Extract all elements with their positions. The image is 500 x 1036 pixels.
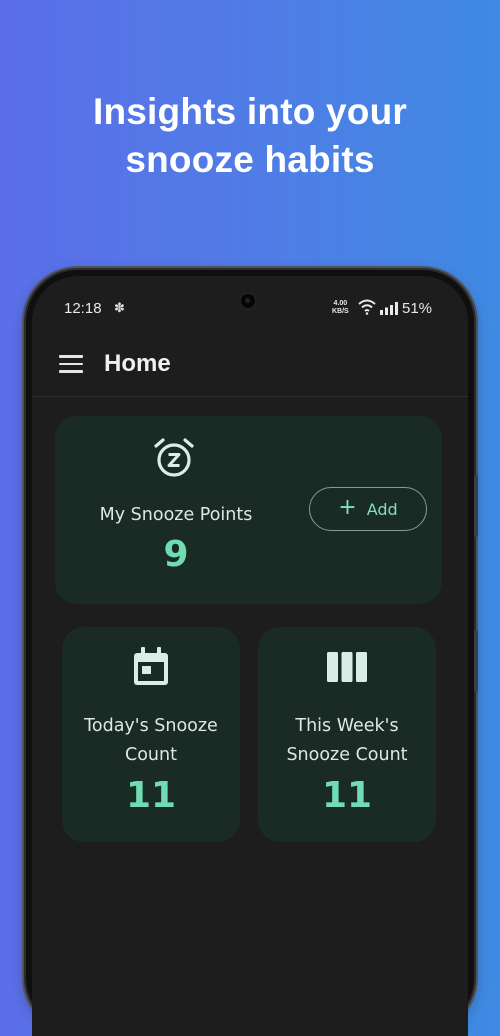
today-label-line-1: Today's Snooze (84, 716, 218, 736)
app-bar-divider (32, 396, 468, 397)
add-points-button[interactable]: + Add (309, 487, 427, 531)
hamburger-menu-icon[interactable] (59, 355, 83, 375)
today-snooze-label: Today's Snooze Count (62, 712, 240, 770)
battery-level: 51% (402, 300, 433, 317)
week-snooze-count-card: This Week's Snooze Count 11 (258, 627, 436, 842)
snooze-points-value: 9 (163, 534, 189, 575)
phone-frame: 12:18 ✽ 4.00 KB/S 51% Home My Snooze Poi… (26, 270, 478, 1036)
headline-line-2: snooze habits (125, 139, 375, 180)
week-snooze-label: This Week's Snooze Count (258, 712, 436, 770)
network-speed: 4.00 KB/S (332, 300, 349, 316)
page-title: Home (104, 350, 171, 377)
today-snooze-count-card: Today's Snooze Count 11 (62, 627, 240, 842)
cellular-signal-icon (380, 302, 398, 315)
alarm-snooze-icon (154, 438, 194, 477)
phone-screen: 12:18 ✽ 4.00 KB/S 51% Home My Snooze Poi… (32, 276, 468, 1036)
today-label-line-2: Count (125, 745, 177, 765)
add-button-label: Add (366, 499, 398, 519)
snooze-points-label: My Snooze Points (99, 505, 253, 525)
app-bar: Home (32, 338, 468, 398)
today-snooze-value: 11 (125, 775, 177, 816)
snooze-points-card: My Snooze Points 9 + Add (55, 416, 442, 604)
status-bar: 12:18 ✽ 4.00 KB/S 51% (32, 298, 468, 322)
wifi-icon (358, 299, 376, 315)
week-snooze-value: 11 (321, 775, 373, 816)
plus-icon: + (338, 495, 357, 520)
week-label-line-2: Snooze Count (286, 745, 408, 765)
power-button (474, 630, 478, 692)
headline-line-1: Insights into your (93, 91, 407, 132)
network-speed-unit: KB/S (332, 308, 349, 315)
marketing-headline: Insights into your snooze habits (0, 88, 500, 184)
week-label-line-1: This Week's (295, 716, 399, 736)
status-time: 12:18 (64, 300, 102, 317)
network-speed-value: 4.00 (333, 300, 348, 307)
week-view-icon (327, 652, 367, 682)
calendar-today-icon (134, 647, 168, 685)
volume-button (474, 475, 478, 537)
slack-icon: ✽ (114, 301, 125, 316)
